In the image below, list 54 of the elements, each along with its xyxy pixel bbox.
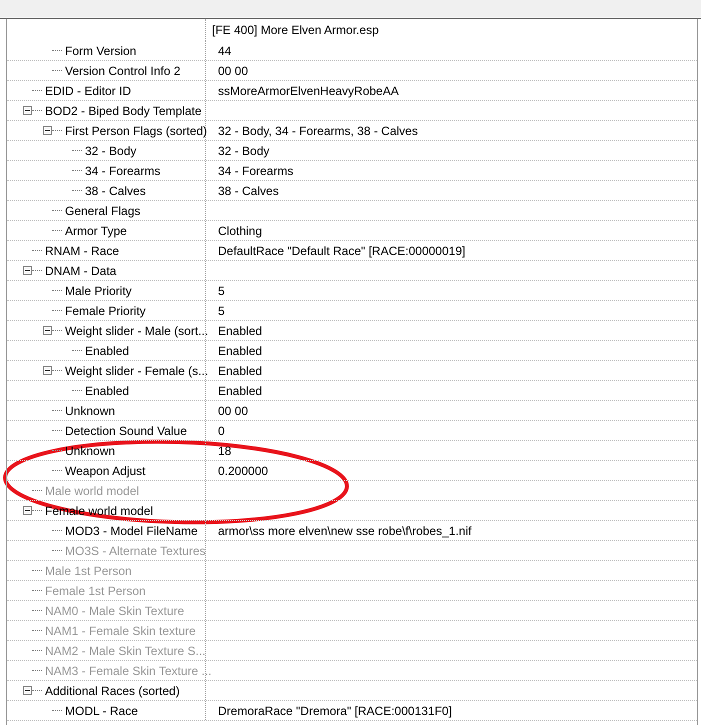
field-name[interactable]: Weight slider - Male (sort...	[65, 324, 208, 338]
field-name[interactable]: 34 - Forearms	[85, 164, 160, 178]
collapse-icon[interactable]	[23, 106, 32, 115]
field-value: 5	[218, 304, 225, 318]
field-value: DefaultRace "Default Race" [RACE:00000019]	[218, 244, 466, 258]
field-name[interactable]: Enabled	[85, 344, 130, 358]
field-value: 00 00	[218, 64, 248, 78]
field-value: Enabled	[218, 324, 262, 338]
field-name[interactable]: Unknown	[65, 444, 116, 458]
field-value: 00 00	[218, 404, 248, 418]
field-value: 5	[218, 284, 225, 298]
field-name[interactable]: Additional Races (sorted)	[45, 684, 180, 698]
field-name[interactable]: MODL - Race	[65, 704, 138, 718]
field-name[interactable]: First Person Flags (sorted)	[65, 124, 208, 138]
field-name[interactable]: Weapon Adjust	[65, 464, 146, 478]
field-value: ssMoreArmorElvenHeavyRobeAA	[218, 84, 399, 98]
field-name[interactable]: Enabled	[85, 384, 130, 398]
collapse-icon[interactable]	[23, 506, 32, 515]
field-name[interactable]: Detection Sound Value	[65, 424, 187, 438]
field-value: 34 - Forearms	[218, 164, 294, 178]
field-value: 0	[218, 424, 225, 438]
field-value: 0.200000	[218, 464, 268, 478]
field-value: Enabled	[218, 364, 262, 378]
collapse-icon[interactable]	[23, 266, 32, 275]
collapse-icon[interactable]	[23, 686, 32, 695]
field-name[interactable]: Male Priority	[65, 284, 132, 298]
field-value: Clothing	[218, 224, 262, 238]
field-value: 38 - Calves	[218, 184, 279, 198]
field-name[interactable]: EDID - Editor ID	[45, 84, 132, 98]
field-name[interactable]: Weight slider - Female (s...	[65, 364, 208, 378]
collapse-icon[interactable]	[43, 126, 52, 135]
field-name[interactable]: 32 - Body	[85, 144, 136, 158]
collapse-icon[interactable]	[43, 366, 52, 375]
field-name[interactable]: Armor Type	[65, 224, 127, 238]
field-value: Enabled	[218, 344, 262, 358]
field-name[interactable]: RNAM - Race	[45, 244, 120, 258]
field-name[interactable]: 38 - Calves	[85, 184, 146, 198]
field-value: DremoraRace "Dremora" [RACE:000131F0]	[218, 704, 452, 718]
field-value: armor\ss more elven\new sse robe\f\robes_1.nif	[218, 524, 472, 538]
field-value: 32 - Body	[218, 144, 270, 158]
field-name[interactable]: DNAM - Data	[45, 264, 116, 278]
field-name[interactable]: Form Version	[65, 44, 136, 58]
field-name[interactable]: BOD2 - Biped Body Template	[45, 104, 202, 118]
file-column-header[interactable]: [FE 400] More Elven Armor.esp	[212, 23, 379, 37]
field-name[interactable]: General Flags	[65, 204, 140, 218]
field-name[interactable]: MOD3 - Model FileName	[65, 524, 198, 538]
field-value: 44	[218, 44, 232, 58]
field-name[interactable]: Female Priority	[65, 304, 146, 318]
collapse-icon[interactable]	[43, 326, 52, 335]
field-value: 32 - Body, 34 - Forearms, 38 - Calves	[218, 124, 418, 138]
field-name[interactable]: Unknown	[65, 404, 116, 418]
field-value: 18	[218, 444, 232, 458]
field-value: Enabled	[218, 384, 262, 398]
field-name[interactable]: Version Control Info 2	[65, 64, 180, 78]
